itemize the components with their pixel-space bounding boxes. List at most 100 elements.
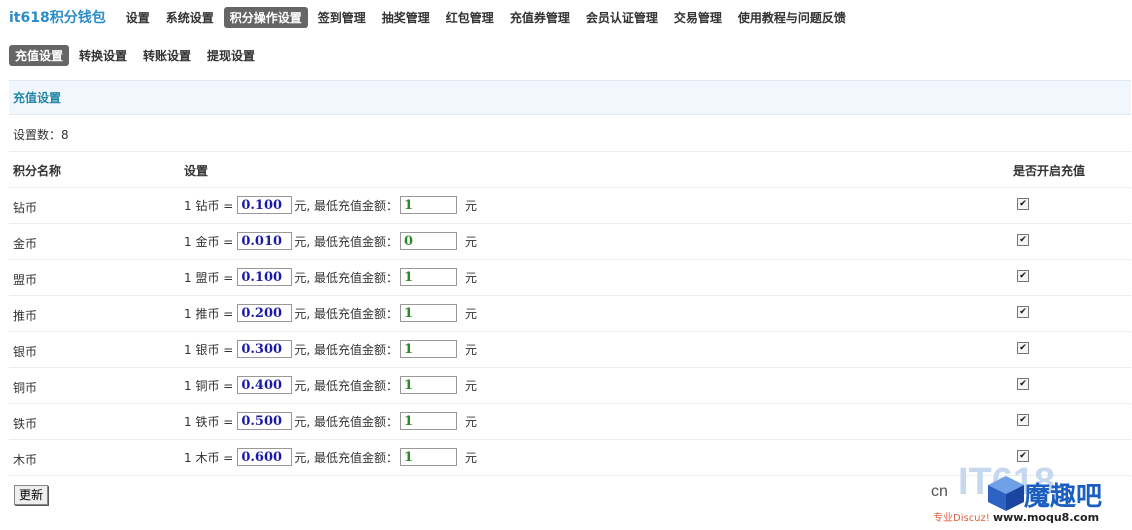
- rate-prefix: 1 盟币 =: [184, 270, 234, 285]
- min-amount-label: 元, 最低充值金额：: [294, 342, 398, 357]
- cube-logo-icon: [988, 476, 1024, 511]
- update-button[interactable]: 更新: [14, 485, 49, 505]
- unit-label: 元: [464, 234, 477, 249]
- table-row: 铁币 1 铁币 = 元, 最低充值金额： 元 ✔: [9, 404, 1131, 440]
- watermark-sub-text: 专业Discuz!: [933, 513, 990, 524]
- top-nav-item-points-ops[interactable]: 积分操作设置: [223, 6, 308, 28]
- rate-prefix: 1 银币 =: [184, 342, 234, 357]
- currency-name: 银币: [13, 345, 38, 359]
- rate-prefix: 1 木币 =: [184, 450, 234, 465]
- min-amount-label: 元, 最低充值金额：: [294, 306, 398, 321]
- tab-withdraw[interactable]: 提现设置: [201, 45, 261, 66]
- top-nav-item-trade[interactable]: 交易管理: [668, 7, 728, 28]
- setting-cell: 1 推币 = 元, 最低充值金额： 元: [184, 303, 477, 323]
- currency-name: 铁币: [13, 417, 38, 431]
- table-row: 金币 1 金币 = 元, 最低充值金额： 元 ✔: [9, 224, 1131, 260]
- top-nav-item-member-auth[interactable]: 会员认证管理: [580, 7, 664, 28]
- enable-checkbox[interactable]: ✔: [1017, 306, 1029, 318]
- currency-name: 金币: [13, 237, 38, 251]
- min-amount-input[interactable]: [399, 232, 457, 250]
- watermark-sub: 专业Discuz! www.moqu8.com: [933, 509, 1099, 524]
- unit-label: 元: [464, 342, 477, 357]
- table-body: 钻币 1 钻币 = 元, 最低充值金额： 元 ✔ 金币 1 金币 = 元, 最低充值金额： 元 ✔…: [9, 188, 1131, 476]
- rate-input[interactable]: [237, 304, 293, 322]
- min-amount-input[interactable]: [399, 268, 457, 286]
- rate-input[interactable]: [237, 448, 293, 466]
- min-amount-label: 元, 最低充值金额：: [294, 414, 398, 429]
- min-amount-label: 元, 最低充值金额：: [294, 198, 398, 213]
- top-nav-item-voucher[interactable]: 充值券管理: [504, 7, 576, 28]
- unit-label: 元: [464, 414, 477, 429]
- watermark: cn IT618 魔趣吧 专业Discuz! www.moqu8.com: [928, 461, 1128, 527]
- rate-prefix: 1 钻币 =: [184, 198, 234, 213]
- min-amount-label: 元, 最低充值金额：: [294, 234, 398, 249]
- top-nav-item-redpacket[interactable]: 红包管理: [440, 7, 500, 28]
- enable-checkbox[interactable]: ✔: [1017, 270, 1029, 282]
- table-row: 推币 1 推币 = 元, 最低充值金额： 元 ✔: [9, 296, 1131, 332]
- min-amount-input[interactable]: [399, 448, 457, 466]
- min-amount-label: 元, 最低充值金额：: [294, 270, 398, 285]
- currency-name: 钻币: [13, 201, 38, 215]
- setting-cell: 1 铜币 = 元, 最低充值金额： 元: [184, 375, 477, 395]
- header-setting: 设置: [184, 164, 209, 178]
- tab-convert[interactable]: 转换设置: [73, 45, 133, 66]
- unit-label: 元: [464, 450, 477, 465]
- rate-input[interactable]: [237, 196, 293, 214]
- setting-cell: 1 铁币 = 元, 最低充值金额： 元: [184, 411, 477, 431]
- setting-cell: 1 钻币 = 元, 最低充值金额： 元: [184, 195, 477, 215]
- top-nav-item-system-settings[interactable]: 系统设置: [160, 7, 220, 28]
- currency-name: 木币: [13, 453, 38, 467]
- enable-checkbox[interactable]: ✔: [1017, 342, 1029, 354]
- header-enable: 是否开启充值: [1013, 164, 1086, 178]
- settings-count: 设置数：8: [13, 128, 69, 142]
- min-amount-label: 元, 最低充值金额：: [294, 450, 398, 465]
- app-title: it618积分钱包: [9, 10, 106, 26]
- rate-prefix: 1 金币 =: [184, 234, 234, 249]
- rate-input[interactable]: [237, 268, 293, 286]
- table-row: 铜币 1 铜币 = 元, 最低充值金额： 元 ✔: [9, 368, 1131, 404]
- unit-label: 元: [464, 270, 477, 285]
- rate-prefix: 1 推币 =: [184, 306, 234, 321]
- table-header: 积分名称 设置 是否开启充值: [9, 152, 1131, 188]
- setting-cell: 1 金币 = 元, 最低充值金额： 元: [184, 231, 477, 251]
- tab-recharge[interactable]: 充值设置: [9, 45, 70, 66]
- min-amount-label: 元, 最低充值金额：: [294, 378, 398, 393]
- currency-name: 盟币: [13, 273, 38, 287]
- min-amount-input[interactable]: [399, 376, 457, 394]
- min-amount-input[interactable]: [399, 304, 457, 322]
- min-amount-input[interactable]: [399, 412, 457, 430]
- rate-input[interactable]: [237, 232, 293, 250]
- table-row: 盟币 1 盟币 = 元, 最低充值金额： 元 ✔: [9, 260, 1131, 296]
- section-title: 充值设置: [9, 80, 1131, 115]
- top-nav-item-settings[interactable]: 设置: [120, 7, 156, 28]
- rate-input[interactable]: [237, 376, 293, 394]
- top-nav: it618积分钱包 设置 系统设置 积分操作设置 签到管理 抽奖管理 红包管理 …: [0, 6, 856, 28]
- rate-input[interactable]: [237, 412, 293, 430]
- top-nav-item-checkin[interactable]: 签到管理: [312, 7, 372, 28]
- currency-name: 铜币: [13, 381, 38, 395]
- watermark-brand: 魔趣吧: [1024, 482, 1103, 512]
- table-row: 钻币 1 钻币 = 元, 最低充值金额： 元 ✔: [9, 188, 1131, 224]
- enable-checkbox[interactable]: ✔: [1017, 234, 1029, 246]
- setting-cell: 1 木币 = 元, 最低充值金额： 元: [184, 447, 477, 467]
- enable-checkbox[interactable]: ✔: [1017, 378, 1029, 390]
- min-amount-input[interactable]: [399, 196, 457, 214]
- recharge-table: 积分名称 设置 是否开启充值 钻币 1 钻币 = 元, 最低充值金额： 元 ✔ 金币 1 金…: [9, 152, 1131, 476]
- unit-label: 元: [464, 198, 477, 213]
- unit-label: 元: [464, 306, 477, 321]
- top-nav-item-help[interactable]: 使用教程与问题反馈: [732, 7, 852, 28]
- setting-cell: 1 银币 = 元, 最低充值金额： 元: [184, 339, 477, 359]
- top-nav-item-lottery[interactable]: 抽奖管理: [376, 7, 436, 28]
- enable-checkbox[interactable]: ✔: [1017, 198, 1029, 210]
- table-row: 银币 1 银币 = 元, 最低充值金额： 元 ✔: [9, 332, 1131, 368]
- enable-checkbox[interactable]: ✔: [1017, 414, 1029, 426]
- unit-label: 元: [464, 378, 477, 393]
- rate-prefix: 1 铁币 =: [184, 414, 234, 429]
- rate-prefix: 1 铜币 =: [184, 378, 234, 393]
- setting-cell: 1 盟币 = 元, 最低充值金额： 元: [184, 267, 477, 287]
- min-amount-input[interactable]: [399, 340, 457, 358]
- currency-name: 推币: [13, 309, 38, 323]
- watermark-url: www.moqu8.com: [992, 511, 1100, 524]
- rate-input[interactable]: [237, 340, 293, 358]
- tab-transfer[interactable]: 转账设置: [137, 45, 197, 66]
